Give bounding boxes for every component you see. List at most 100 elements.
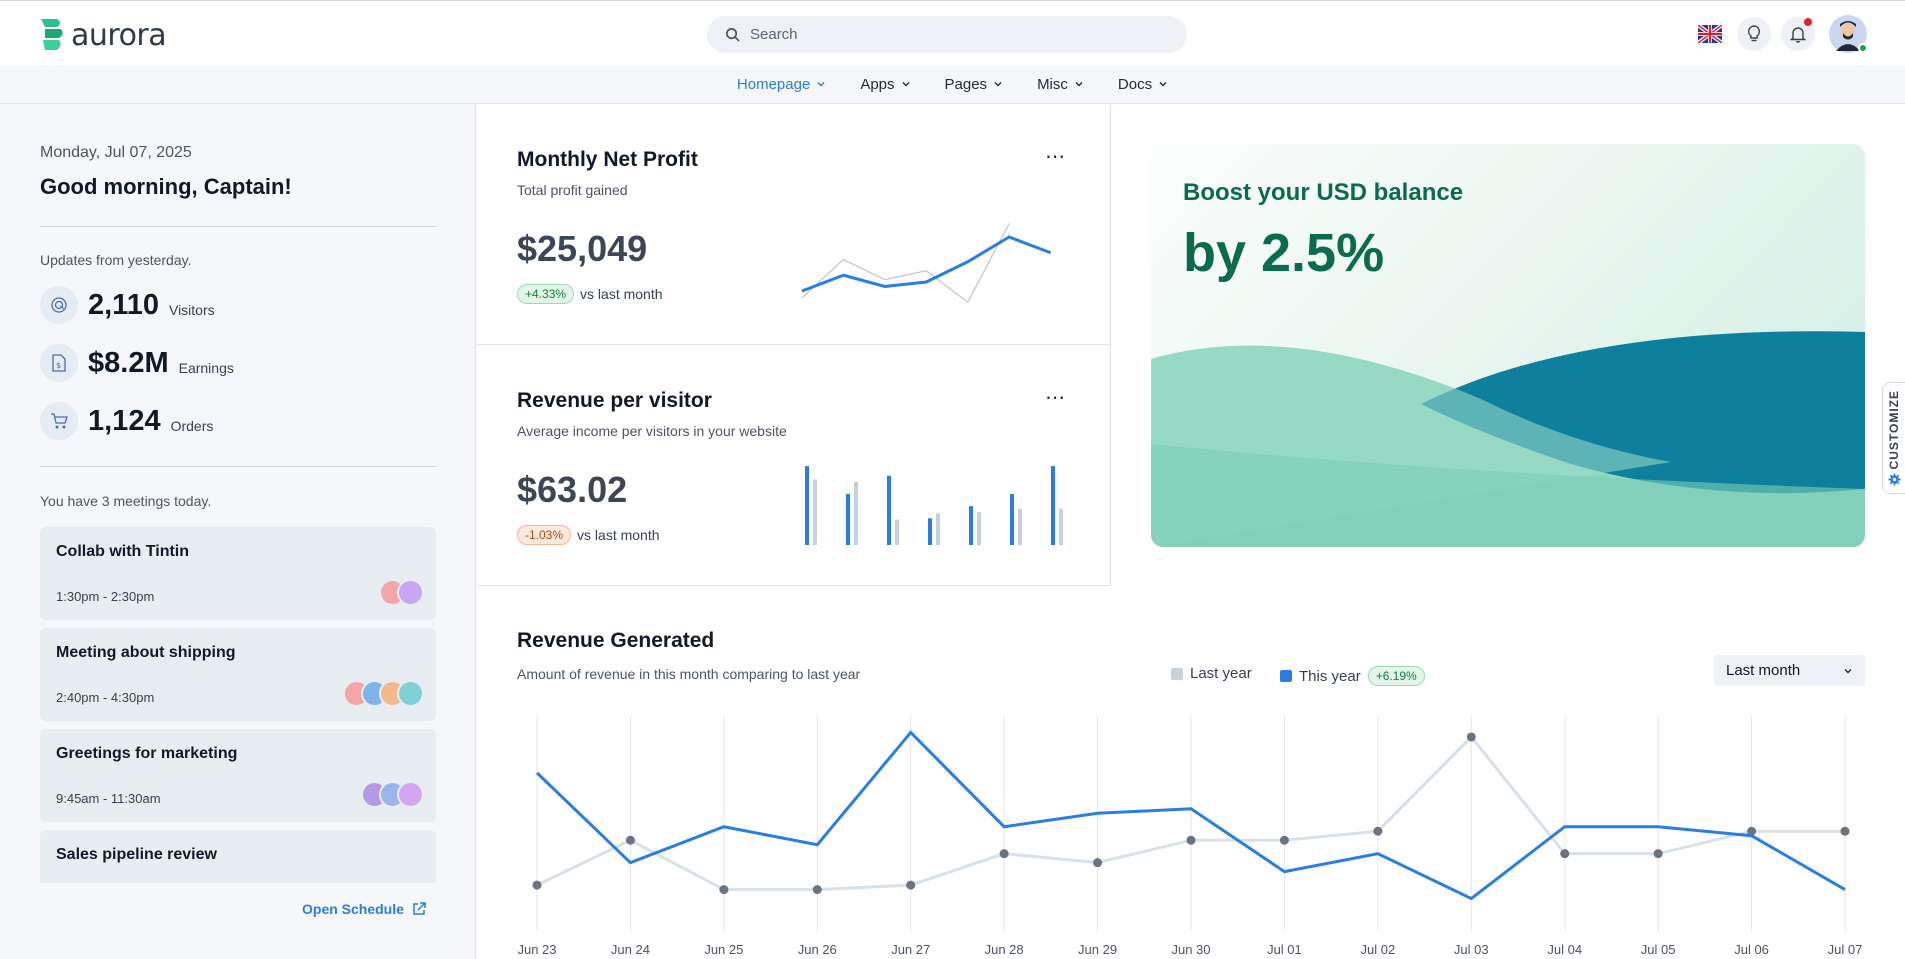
stat-label: Earnings — [178, 360, 234, 376]
change-badge: -1.03% — [517, 525, 572, 545]
chevron-down-icon — [1844, 668, 1852, 673]
meeting-time: 9:45am - 11:30am — [56, 791, 161, 806]
app-name: aurora — [71, 17, 167, 53]
open-schedule-link[interactable]: Open Schedule — [302, 901, 426, 917]
visitors-icon — [40, 286, 78, 324]
chevron-down-icon — [1159, 82, 1167, 87]
x-tick-label: Jul 02 — [1361, 942, 1396, 957]
card-subtitle: Total profit gained — [517, 182, 628, 198]
rpv-bar — [969, 506, 973, 545]
attendee-avatars — [361, 781, 424, 808]
last-year-point[interactable] — [1373, 826, 1383, 836]
nav-docs[interactable]: Docs — [1101, 65, 1185, 104]
customize-label: CUSTOMIZE — [1887, 389, 1901, 470]
last-year-point[interactable] — [1466, 732, 1476, 742]
meeting-title: Sales pipeline review — [56, 846, 217, 863]
rpv-bar — [1051, 466, 1055, 545]
greeting: Good morning, Captain! — [40, 174, 292, 199]
chevron-down-icon — [994, 82, 1002, 87]
last-year-point[interactable] — [1279, 835, 1289, 845]
rpv-bar — [1018, 508, 1022, 545]
promo-line-2: by 2.5% — [1183, 223, 1385, 283]
nav-apps[interactable]: Apps — [843, 65, 927, 104]
meeting-title: Meeting about shipping — [56, 644, 236, 661]
promo-line-1: Boost your USD balance — [1183, 179, 1464, 206]
last-year-point[interactable] — [532, 880, 542, 890]
avatar — [397, 781, 424, 808]
more-options-icon[interactable]: ⋯ — [1045, 144, 1066, 169]
x-tick-label: Jun 27 — [891, 942, 930, 957]
card-compare: +4.33% vs last month — [517, 284, 663, 304]
last-year-point[interactable] — [906, 880, 916, 890]
attendee-avatars — [343, 680, 424, 707]
last-year-point[interactable] — [1093, 858, 1103, 868]
search-box[interactable] — [707, 16, 1187, 53]
stat-label: Visitors — [168, 302, 215, 318]
meeting-card[interactable]: Collab with Tintin 1:30pm - 2:30pm — [40, 527, 436, 620]
last-year-point[interactable] — [1840, 826, 1850, 836]
header-actions — [1693, 15, 1868, 53]
rpv-bar — [1059, 508, 1063, 545]
search-icon — [726, 28, 740, 42]
svg-text:$: $ — [56, 361, 61, 370]
attendee-avatars — [379, 579, 424, 606]
app-logo[interactable]: aurora — [39, 17, 167, 53]
stat-value: $8.2M — [88, 346, 169, 379]
profit-sparkline — [801, 223, 1052, 304]
customize-tab[interactable]: CUSTOMIZE — [1882, 382, 1905, 494]
period-select[interactable]: Last month — [1714, 655, 1865, 686]
current-date: Monday, Jul 07, 2025 — [40, 144, 192, 161]
x-tick-label: Jun 23 — [517, 942, 556, 957]
promo-banner[interactable]: Boost your USD balance by 2.5% — [1151, 144, 1865, 547]
nav-misc[interactable]: Misc — [1020, 65, 1101, 104]
last-year-point[interactable] — [999, 849, 1009, 859]
card-title: Revenue per visitor — [517, 389, 712, 412]
card-title: Monthly Net Profit — [517, 148, 698, 171]
rpv-bar — [805, 466, 809, 545]
earnings-icon: $ — [40, 344, 78, 382]
period-value: Last month — [1726, 662, 1801, 679]
nav-pages[interactable]: Pages — [928, 65, 1021, 104]
stat-orders: 1,124 Orders — [40, 402, 213, 440]
last-year-point[interactable] — [625, 835, 635, 845]
nav-label: Homepage — [736, 75, 811, 93]
updates-label: Updates from yesterday. — [40, 252, 192, 268]
last-year-point[interactable] — [812, 885, 822, 895]
meetings-label: You have 3 meetings today. — [40, 493, 212, 509]
change-badge: +4.33% — [517, 284, 575, 304]
lightbulb-icon[interactable] — [1737, 17, 1771, 51]
last-year-point[interactable] — [719, 885, 729, 895]
meeting-card[interactable]: Sales pipeline review — [40, 830, 436, 883]
chevron-down-icon — [817, 82, 825, 87]
x-tick-label: Jul 01 — [1267, 942, 1302, 957]
x-tick-label: Jun 28 — [985, 942, 1024, 957]
last-year-point[interactable] — [1560, 849, 1570, 859]
user-avatar[interactable] — [1829, 15, 1868, 53]
search-input[interactable] — [750, 26, 1150, 43]
card-value: $25,049 — [517, 228, 648, 269]
rpv-bar — [936, 513, 940, 545]
meeting-time: 2:40pm - 4:30pm — [56, 690, 155, 705]
more-options-icon[interactable]: ⋯ — [1045, 385, 1066, 410]
last-year-point[interactable] — [1653, 849, 1663, 859]
avatar — [397, 680, 424, 707]
x-tick-label: Jun 26 — [798, 942, 837, 957]
rpv-bar — [977, 512, 981, 545]
last-year-point[interactable] — [1186, 835, 1196, 845]
chevron-down-icon — [902, 82, 910, 87]
rpv-bar — [1010, 494, 1014, 545]
main-nav: Homepage Apps Pages Misc Docs — [0, 65, 1905, 104]
meeting-card[interactable]: Meeting about shipping 2:40pm - 4:30pm — [40, 628, 436, 721]
rpv-bar — [928, 518, 932, 545]
language-flag-icon[interactable] — [1693, 17, 1727, 51]
online-status-dot — [1858, 43, 1868, 53]
nav-homepage[interactable]: Homepage — [720, 65, 843, 104]
stat-value: 2,110 — [88, 288, 159, 321]
divider — [40, 226, 436, 227]
meeting-card[interactable]: Greetings for marketing 9:45am - 11:30am — [40, 729, 436, 822]
nav-label: Apps — [860, 75, 895, 93]
top-header: aurora — [0, 0, 1905, 65]
x-tick-label: Jul 07 — [1828, 942, 1863, 957]
meetings-list: Collab with Tintin 1:30pm - 2:30pm Meeti… — [40, 527, 436, 883]
notification-bell-icon[interactable] — [1781, 17, 1815, 51]
